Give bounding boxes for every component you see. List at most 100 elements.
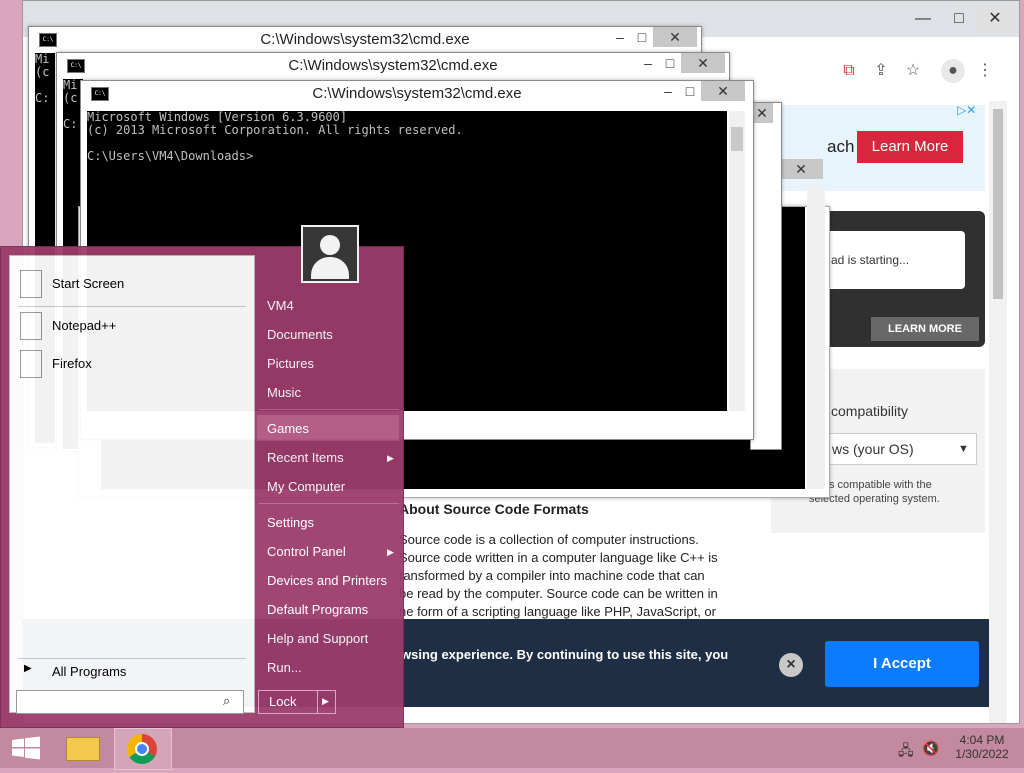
programs-pane: Start Screen Notepad++ Firefox ▶ All Pro… (9, 255, 255, 713)
close-button[interactable]: ✕ (681, 53, 725, 73)
user-head-icon (320, 235, 340, 255)
user-body-icon (311, 257, 349, 279)
compat-note-1: s compatible with the (829, 479, 932, 491)
start-item-default-programs[interactable]: Default Programs (267, 602, 368, 617)
start-item-devices[interactable]: Devices and Printers (267, 573, 387, 588)
start-search-input[interactable]: ⌕ (16, 690, 244, 714)
learn-more-button[interactable]: Learn More (857, 131, 963, 163)
article-line: ransformed by a compiler into machine co… (399, 568, 705, 583)
volume-muted-icon[interactable]: 🔇 (922, 740, 939, 757)
scrollbar[interactable] (807, 187, 825, 489)
maximize-button[interactable]: □ (677, 81, 703, 101)
ad-partial-text: ach (827, 137, 855, 156)
start-item-run[interactable]: Run... (267, 660, 302, 675)
ad-status-text: ad is starting... (831, 253, 910, 267)
submenu-arrow-icon: ▶ (387, 453, 394, 463)
ad-learn-more-button[interactable]: LEARN MORE (871, 317, 979, 341)
close-button[interactable]: ✕ (977, 5, 1013, 33)
close-button[interactable]: ✕ (653, 27, 697, 47)
cmd-window-edge: ✕ (750, 102, 782, 450)
chrome-icon-center (135, 742, 149, 756)
accept-cookies-button[interactable]: I Accept (825, 641, 979, 687)
windows-logo-icon (12, 736, 40, 760)
all-programs-label: All Programs (52, 664, 127, 679)
start-item-settings[interactable]: Settings (267, 515, 314, 530)
article-line: Source code is a collection of computer … (399, 532, 699, 547)
cmd-title: C:\Windows\system32\cmd.exe (312, 85, 522, 102)
start-item-help[interactable]: Help and Support (267, 631, 368, 646)
cookie-text: wsing experience. By continuing to use t… (401, 647, 729, 662)
clock-time: 4:04 PM (959, 733, 1005, 747)
program-label: Firefox (52, 356, 92, 371)
file-explorer-button[interactable] (56, 728, 112, 768)
close-button[interactable]: ✕ (751, 103, 773, 123)
file-icon (20, 312, 42, 340)
page-scrollbar[interactable] (989, 101, 1007, 723)
os-select-value: ws (your OS) (832, 441, 914, 457)
cmd-title: C:\Windows\system32\cmd.exe (260, 31, 470, 48)
blocked-popup-icon[interactable]: ⧉ (837, 59, 861, 83)
start-item-computer[interactable]: My Computer (267, 479, 345, 494)
start-item-documents[interactable]: Documents (267, 327, 333, 342)
start-item-games[interactable]: Games (267, 421, 309, 436)
maximize-button[interactable]: □ (657, 53, 683, 73)
cmd-scrollbar[interactable] (729, 111, 745, 411)
chrome-taskbar-button[interactable] (114, 728, 172, 770)
article-heading: About Source Code Formats (399, 501, 589, 517)
cmd-titlebar: C:\ C:\Windows\system32\cmd.exe – □ ✕ (81, 81, 753, 107)
article-body: Source code is a collection of computer … (399, 531, 729, 621)
program-label: Start Screen (52, 276, 125, 291)
lock-label: Lock (269, 694, 297, 709)
share-icon[interactable]: ⇪ (869, 59, 893, 83)
minimize-button[interactable]: — (905, 5, 941, 33)
compat-title: compatibility (831, 403, 909, 419)
divider (18, 306, 246, 307)
submenu-arrow-icon: ▶ (387, 547, 394, 557)
program-label: Notepad++ (52, 318, 117, 333)
folder-icon (66, 737, 100, 761)
chevron-down-icon: ▼ (958, 443, 969, 455)
scrollbar-thumb[interactable] (993, 109, 1003, 299)
all-programs[interactable]: ▶ All Programs (20, 654, 244, 688)
menu-icon[interactable]: ⋮ (973, 59, 997, 83)
arrow-right-icon[interactable]: ▶ (322, 696, 329, 707)
divider (317, 691, 318, 713)
clock-date: 1/30/2022 (955, 747, 1009, 761)
start-item-control-panel[interactable]: Control Panel (267, 544, 346, 559)
start-button[interactable] (0, 728, 56, 768)
start-item-music[interactable]: Music (267, 385, 301, 400)
bookmark-star-icon[interactable]: ☆ (901, 59, 925, 83)
clock[interactable]: 4:04 PM 1/30/2022 (950, 733, 1014, 761)
close-button[interactable]: ✕ (779, 159, 823, 179)
program-start-screen[interactable]: Start Screen (20, 266, 244, 300)
divider (259, 409, 399, 410)
article-line: be read by the computer. Source code can… (399, 586, 718, 601)
start-item-recent[interactable]: Recent Items (267, 450, 344, 465)
program-firefox[interactable]: Firefox (20, 346, 244, 380)
adchoices-icon[interactable]: ▷✕ (957, 103, 976, 117)
file-icon (20, 350, 42, 378)
search-icon: ⌕ (223, 693, 231, 708)
cmd-titlebar: C:\ C:\Windows\system32\cmd.exe – □ ✕ (57, 53, 729, 79)
profile-icon[interactable]: ● (941, 59, 965, 83)
network-icon[interactable]: 🖧 (898, 740, 914, 764)
user-avatar[interactable] (301, 225, 359, 283)
lock-button[interactable]: Lock ▶ (258, 690, 336, 714)
cookie-close-icon[interactable]: × (779, 653, 803, 677)
cmd-titlebar: C:\ C:\Windows\system32\cmd.exe – □ ✕ (29, 27, 701, 53)
start-item-user[interactable]: VM4 (267, 298, 294, 313)
program-notepad[interactable]: Notepad++ (20, 308, 244, 342)
maximize-button[interactable]: □ (941, 5, 977, 33)
file-icon (20, 270, 42, 298)
start-menu: Start Screen Notepad++ Firefox ▶ All Pro… (0, 225, 404, 728)
arrow-right-icon: ▶ (24, 663, 32, 674)
cmd-title: C:\Windows\system32\cmd.exe (288, 57, 498, 74)
article-line: Source code written in a computer langua… (399, 550, 718, 565)
close-button[interactable]: ✕ (701, 81, 745, 101)
start-item-pictures[interactable]: Pictures (267, 356, 314, 371)
maximize-button[interactable]: □ (629, 27, 655, 47)
taskbar: 🖧 🔇 4:04 PM 1/30/2022 (0, 728, 1024, 770)
divider (259, 503, 399, 504)
scrollbar-thumb[interactable] (731, 127, 743, 151)
article: About Source Code Formats Source code is… (399, 501, 729, 621)
